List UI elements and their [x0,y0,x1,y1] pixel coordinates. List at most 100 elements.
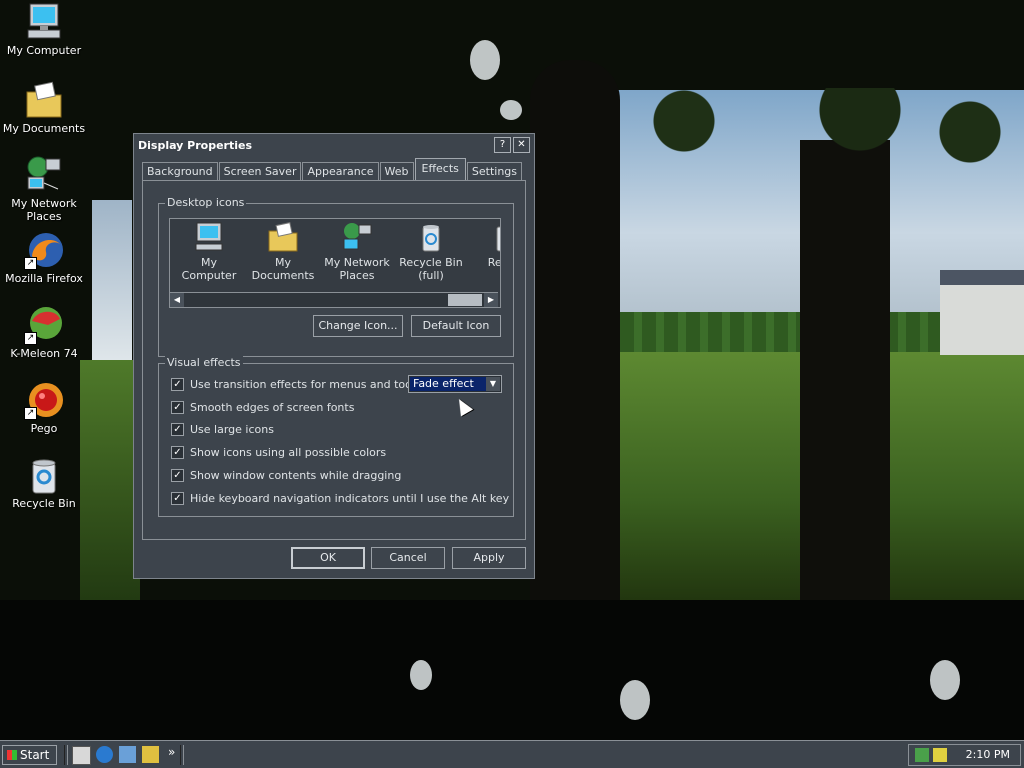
tab-appearance[interactable]: Appearance [302,162,379,181]
change-icon-button[interactable]: Change Icon... [313,315,403,337]
option-all-colors[interactable]: ✓ Show icons using all possible colors [171,444,386,460]
scroll-right-arrow-icon[interactable]: ▶ [484,293,498,307]
tab-strip: Background Screen Saver Appearance Web E… [142,158,523,181]
taskbar-separator [180,745,184,765]
outlook-express-icon[interactable] [119,746,136,763]
option-label: Show window contents while dragging [190,468,402,482]
checkbox-checked-icon[interactable]: ✓ [171,422,184,436]
group-title: Visual effects [165,356,243,369]
tab-web[interactable]: Web [379,162,414,181]
wallpaper-sky-patch [930,660,960,700]
horizontal-scrollbar[interactable]: ◀ ▶ [170,292,498,307]
pego-icon: ↗ [24,380,64,420]
system-tray: 2:10 PM [908,744,1021,766]
close-button[interactable]: ✕ [513,137,530,153]
tab-effects[interactable]: Effects [414,158,466,181]
tray-app-icon[interactable] [933,748,947,762]
desktop-icon-my-computer[interactable]: My Computer [0,2,92,57]
checkbox-checked-icon[interactable]: ✓ [171,491,184,505]
option-label: Show icons using all possible colors [190,445,387,459]
wallpaper-tree-trunk [800,140,890,600]
desktop-icon-recycle-bin[interactable]: Recycle Bin [0,455,92,510]
option-label: Use large icons [190,422,274,436]
list-item-recycle-bin-full[interactable]: Recycle Bin (full) [396,221,466,282]
default-icon-button[interactable]: Default Icon [411,315,501,337]
list-item-my-computer[interactable]: My Computer [174,221,244,282]
wallpaper-sky-left [92,200,132,360]
list-item-recycle-bin-empty[interactable]: Rec (e [470,221,501,269]
my-documents-icon [267,221,299,253]
option-window-contents-dragging[interactable]: ✓ Show window contents while dragging [171,467,401,483]
desktop-icon-network-places[interactable]: My Network Places [0,155,92,223]
kmeleon-icon: ↗ [24,305,64,345]
desktop-icon-label: My Network Places [11,197,77,223]
scrollbar-thumb[interactable] [448,294,482,306]
network-tray-icon[interactable] [915,748,929,762]
option-transition-effects[interactable]: ✓ Use transition effects for menus and t… [171,376,435,392]
checkbox-checked-icon[interactable]: ✓ [171,377,184,391]
desktop-icon-my-documents[interactable]: My Documents [0,80,92,135]
transition-effect-select[interactable]: Fade effect ▼ [408,375,502,393]
ok-button[interactable]: OK [291,547,365,569]
shortcut-arrow-icon: ↗ [24,257,37,270]
wallpaper-lower-band [0,600,1024,740]
desktop-icon-label: Pego [30,422,58,435]
list-item-label: My Network Places [324,256,390,282]
recycle-bin-icon [415,221,447,253]
show-desktop-icon[interactable] [72,746,91,765]
recycle-bin-icon [489,221,500,253]
wallpaper-sky-patch [620,680,650,720]
desktop-icons-list[interactable]: My Computer My Documents My Network Plac… [169,218,501,308]
cancel-button[interactable]: Cancel [371,547,445,569]
tab-settings[interactable]: Settings [466,162,523,181]
chevron-down-icon[interactable]: ▼ [486,377,500,391]
dialog-titlebar[interactable]: Display Properties ? ✕ [134,134,534,156]
taskbar-separator [64,745,68,765]
select-value: Fade effect [410,377,486,391]
display-properties-dialog: Display Properties ? ✕ Background Screen… [133,133,535,579]
desktop-icon-label: Recycle Bin [12,497,76,510]
effects-tab-panel: Desktop icons My Computer My Documents M… [142,180,526,540]
desktop-icon-kmeleon[interactable]: ↗ K-Meleon 74 [0,305,92,360]
desktop-icon-label: Mozilla Firefox [5,272,83,285]
clock[interactable]: 2:10 PM [966,748,1010,761]
wallpaper-castle [940,285,1024,355]
option-label: Hide keyboard navigation indicators unti… [190,491,510,505]
checkbox-checked-icon[interactable]: ✓ [171,400,184,414]
quick-launch-chevron[interactable]: » [168,745,175,759]
checkbox-checked-icon[interactable]: ✓ [171,468,184,482]
option-smooth-edges[interactable]: ✓ Smooth edges of screen fonts [171,399,354,415]
option-label: Use transition effects for menus and too… [190,377,436,391]
list-item-my-documents[interactable]: My Documents [248,221,318,282]
tab-screen-saver[interactable]: Screen Saver [218,162,302,181]
wallpaper-sky-patch [470,40,500,80]
option-hide-keyboard-indicators[interactable]: ✓ Hide keyboard navigation indicators un… [171,490,509,506]
dialog-title: Display Properties [138,138,253,152]
windows-flag-icon [7,750,17,760]
taskbar: Start » 2:10 PM [0,740,1024,768]
list-item-network-places[interactable]: My Network Places [322,221,392,282]
checkbox-checked-icon[interactable]: ✓ [171,445,184,459]
firefox-icon: ↗ [24,230,64,270]
start-button[interactable]: Start [2,745,57,765]
option-large-icons[interactable]: ✓ Use large icons [171,421,274,437]
shortcut-arrow-icon: ↗ [24,407,37,420]
list-item-label: Rec (e [487,256,501,269]
desktop-icon-label: K-Meleon 74 [10,347,78,360]
my-documents-icon [24,80,64,120]
help-button[interactable]: ? [494,137,511,153]
my-computer-icon [24,2,64,42]
group-title: Desktop icons [165,196,247,209]
apply-button[interactable]: Apply [452,547,526,569]
desktop-icon-pego[interactable]: ↗ Pego [0,380,92,435]
list-item-label: My Computer [181,256,237,282]
desktop-icon-firefox[interactable]: ↗ Mozilla Firefox [0,230,92,285]
scroll-left-arrow-icon[interactable]: ◀ [170,293,184,307]
option-label: Smooth edges of screen fonts [190,400,355,414]
start-label: Start [20,748,50,762]
desktop-icons-group: Desktop icons My Computer My Documents M… [158,196,514,357]
internet-explorer-icon[interactable] [96,746,113,763]
folder-icon[interactable] [142,746,159,763]
list-item-label: Recycle Bin (full) [399,256,463,282]
tab-background[interactable]: Background [142,162,218,181]
